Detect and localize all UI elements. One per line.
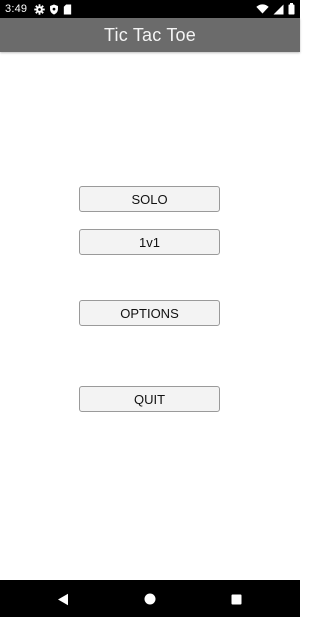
battery-icon [288, 3, 295, 15]
status-time: 3:49 [5, 3, 28, 15]
navigation-bar [0, 580, 300, 617]
app-title: Tic Tac Toe [104, 24, 196, 45]
shield-icon [49, 3, 59, 15]
recents-button[interactable] [225, 588, 247, 610]
solo-button[interactable]: SOLO [79, 186, 220, 212]
app-bar: Tic Tac Toe [0, 18, 300, 52]
recents-icon [231, 594, 242, 605]
back-button[interactable] [52, 588, 74, 610]
status-icons-left [34, 3, 72, 15]
signal-icon [273, 4, 284, 15]
home-icon [144, 593, 156, 605]
home-button[interactable] [139, 588, 161, 610]
status-bar: 3:49 [0, 0, 300, 18]
wifi-icon [256, 4, 269, 14]
back-icon [57, 593, 69, 606]
options-button[interactable]: OPTIONS [79, 300, 220, 326]
sim-card-icon [63, 3, 72, 15]
status-icons-right [256, 3, 295, 15]
one-vs-one-button[interactable]: 1v1 [79, 229, 220, 255]
gear-icon [34, 3, 45, 15]
quit-button[interactable]: QUIT [79, 386, 220, 412]
